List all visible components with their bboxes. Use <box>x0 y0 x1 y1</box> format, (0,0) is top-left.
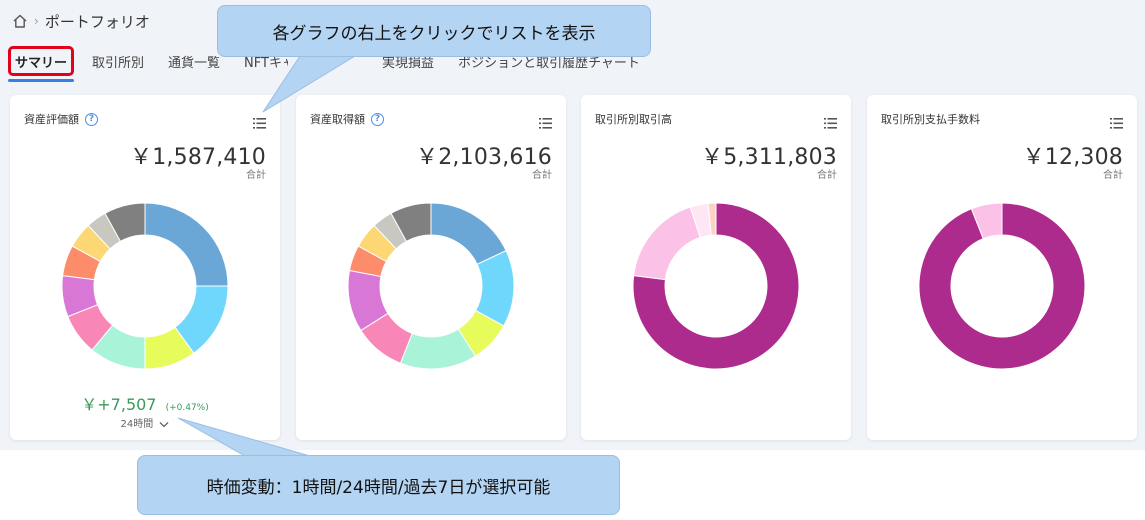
list-icon[interactable] <box>824 114 837 133</box>
callout-top: 各グラフの右上をクリックでリストを表示 <box>217 5 651 57</box>
breadcrumb-current: ポートフォリオ <box>44 12 150 31</box>
donut-slice[interactable] <box>633 206 701 281</box>
donut-chart <box>918 202 1086 370</box>
card-total-label: 合計 <box>1103 170 1123 181</box>
donut-slice[interactable] <box>430 202 507 265</box>
card-title: 資産取得額 <box>310 113 365 126</box>
card-exchange-volume: 取引所別取引高 ￥5,311,803 合計 <box>581 95 851 440</box>
card-exchange-fees: 取引所別支払手数料 ￥12,308 合計 <box>867 95 1137 440</box>
list-icon[interactable] <box>1110 114 1123 133</box>
donut-slice[interactable] <box>144 202 229 287</box>
help-icon[interactable]: ? <box>371 112 384 126</box>
price-change-amount: ￥+7,507 <box>81 395 157 414</box>
tab-summary[interactable]: サマリー <box>7 46 75 82</box>
chevron-down-icon <box>156 419 169 430</box>
card-title: 資産評価額 <box>24 113 79 126</box>
donut-chart <box>347 202 515 370</box>
card-total-label: 合計 <box>532 170 552 181</box>
breadcrumb: › ポートフォリオ <box>12 10 150 32</box>
period-label: 24時間 <box>120 419 154 430</box>
home-icon[interactable] <box>12 13 28 29</box>
card-title: 取引所別取引高 <box>595 113 672 126</box>
list-icon[interactable] <box>253 114 266 133</box>
list-icon[interactable] <box>539 114 552 133</box>
donut-chart <box>61 202 229 370</box>
card-asset-acquisition: 資産取得額 ? ￥2,103,616 合計 <box>296 95 566 440</box>
card-title: 取引所別支払手数料 <box>881 113 980 126</box>
card-total-label: 合計 <box>246 170 266 181</box>
price-change-percent: (+0.47%) <box>165 403 209 413</box>
card-total-label: 合計 <box>817 170 837 181</box>
breadcrumb-separator: › <box>34 14 39 28</box>
help-icon[interactable]: ? <box>85 112 98 126</box>
tab-by-exchange[interactable]: 取引所別 <box>80 46 156 76</box>
callout-bottom: 時価変動：1時間/24時間/過去7日が選択可能 <box>137 455 620 515</box>
period-dropdown[interactable]: 24時間 <box>10 415 280 430</box>
donut-chart <box>632 202 800 370</box>
card-asset-valuation: 資産評価額 ? ￥1,587,410 合計 ￥+7,507 (+0.47%) 2… <box>10 95 280 440</box>
